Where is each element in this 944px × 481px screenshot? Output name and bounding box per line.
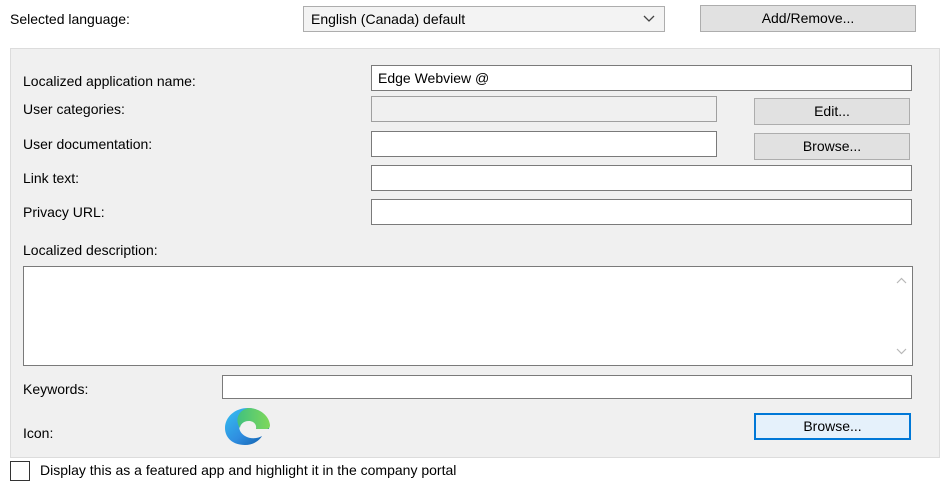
user-documentation-input[interactable] — [371, 131, 717, 157]
featured-app-checkbox[interactable] — [10, 461, 30, 481]
link-text-label: Link text: — [23, 170, 80, 186]
edit-categories-button[interactable]: Edit... — [754, 98, 910, 125]
language-dropdown[interactable]: English (Canada) default — [303, 6, 665, 32]
language-dropdown-value: English (Canada) default — [311, 11, 466, 27]
edge-logo-icon — [225, 408, 270, 445]
browse-documentation-button[interactable]: Browse... — [754, 133, 910, 160]
keywords-input[interactable] — [222, 375, 912, 399]
localized-description-label: Localized description: — [23, 242, 158, 258]
app-name-input[interactable]: Edge Webview @ — [371, 65, 912, 91]
scroll-up-icon[interactable] — [896, 277, 907, 284]
keywords-label: Keywords: — [23, 381, 89, 397]
browse-icon-button[interactable]: Browse... — [754, 413, 911, 440]
privacy-url-input[interactable] — [371, 199, 912, 225]
user-categories-label: User categories: — [23, 101, 125, 117]
user-categories-input — [371, 96, 717, 122]
privacy-url-label: Privacy URL: — [23, 204, 105, 220]
user-documentation-label: User documentation: — [23, 136, 153, 152]
scroll-down-icon[interactable] — [896, 348, 907, 355]
description-scrollbar[interactable] — [891, 268, 911, 364]
icon-label: Icon: — [23, 425, 54, 441]
app-name-label: Localized application name: — [23, 73, 196, 89]
localized-description-textarea[interactable] — [23, 266, 913, 366]
link-text-input[interactable] — [371, 165, 912, 191]
add-remove-button[interactable]: Add/Remove... — [700, 5, 916, 32]
selected-language-label: Selected language: — [10, 11, 130, 27]
featured-app-label: Display this as a featured app and highl… — [40, 462, 457, 478]
chevron-down-icon — [643, 15, 655, 22]
